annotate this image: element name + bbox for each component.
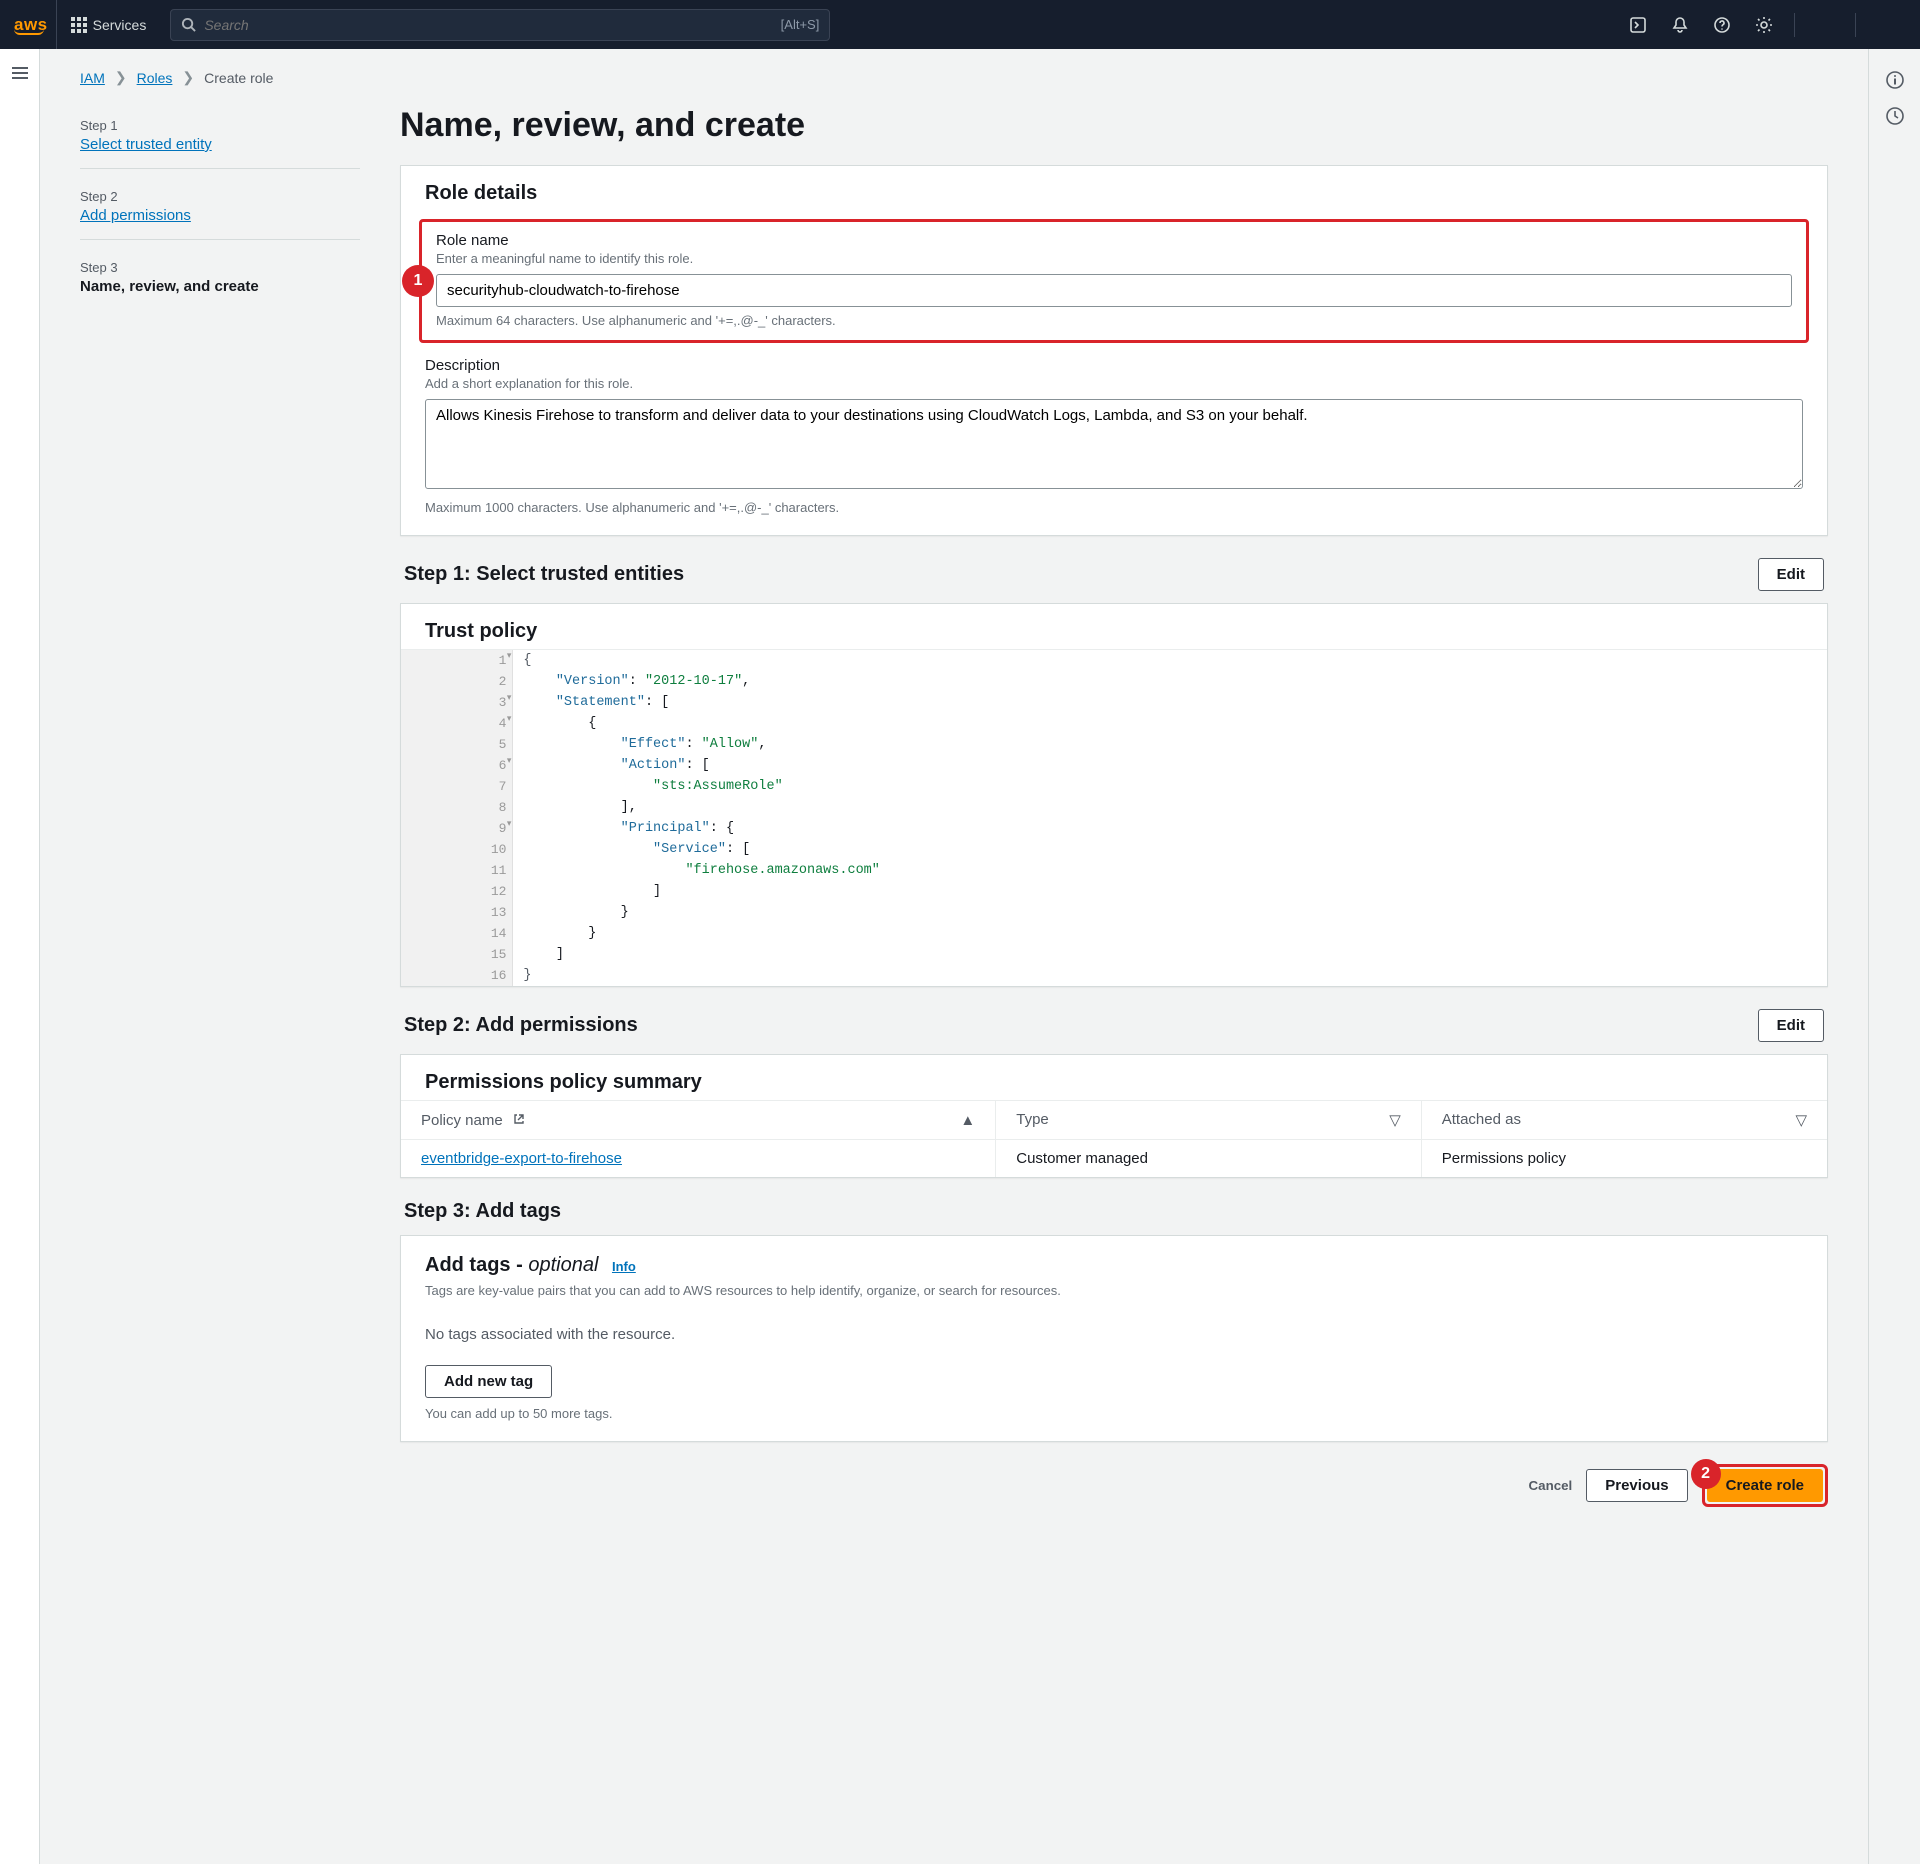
step-label: Step 1: [80, 118, 360, 133]
nav-sidebar-collapsed: [0, 49, 40, 1864]
callout-2: 2 Create role: [1702, 1464, 1828, 1507]
chevron-right-icon: ❯: [115, 69, 127, 86]
table-row: eventbridge-export-to-firehose Customer …: [401, 1140, 1827, 1178]
role-details-panel: Role details 1 Role name Enter a meaning…: [400, 165, 1828, 536]
create-role-button[interactable]: Create role: [1707, 1469, 1823, 1502]
step-label: Step 3: [80, 260, 360, 275]
permissions-summary-title: Permissions policy summary: [401, 1055, 1827, 1100]
topnav-right: [1618, 0, 1906, 49]
grid-icon: [71, 17, 87, 33]
edit-step2-button[interactable]: Edit: [1758, 1009, 1824, 1042]
breadcrumb: IAM ❯ Roles ❯ Create role: [80, 61, 1828, 106]
services-label: Services: [93, 17, 147, 33]
callout-badge: 1: [402, 265, 434, 297]
breadcrumb-iam[interactable]: IAM: [80, 70, 105, 86]
role-name-label: Role name: [436, 232, 1792, 249]
description-hint: Add a short explanation for this role.: [425, 376, 1803, 391]
code-editor: 1▾{ 2 "Version": "2012-10-17", 3▾ "State…: [401, 649, 1827, 986]
wizard-nav: Step 1 Select trusted entity Step 2 Add …: [80, 106, 360, 1507]
page-title: Name, review, and create: [400, 106, 1828, 145]
col-policy-name[interactable]: Policy name ▲: [401, 1101, 996, 1140]
wizard-step-3: Name, review, and create: [80, 278, 259, 295]
footer-actions: Cancel Previous 2 Create role: [400, 1464, 1828, 1507]
role-name-input[interactable]: [436, 274, 1792, 307]
policy-link[interactable]: eventbridge-export-to-firehose: [421, 1150, 622, 1167]
step1-heading: Step 1: Select trusted entities: [404, 563, 684, 586]
tags-panel: Add tags - optional Info Tags are key-va…: [400, 1235, 1828, 1442]
hamburger-icon[interactable]: [12, 67, 28, 79]
trust-policy-title: Trust policy: [401, 604, 1827, 649]
callout-badge: 2: [1691, 1459, 1721, 1489]
add-tag-button[interactable]: Add new tag: [425, 1365, 552, 1398]
wizard-step-2[interactable]: Add permissions: [80, 207, 191, 224]
col-type[interactable]: Type▽: [996, 1101, 1421, 1140]
role-name-hint: Enter a meaningful name to identify this…: [436, 251, 1792, 266]
notifications-icon[interactable]: [1660, 0, 1700, 49]
tags-limit: You can add up to 50 more tags.: [425, 1406, 1803, 1421]
description-textarea[interactable]: [425, 399, 1803, 489]
description-helper: Maximum 1000 characters. Use alphanumeri…: [425, 500, 1803, 515]
step3-heading: Step 3: Add tags: [404, 1200, 561, 1223]
top-nav: aws Services [Alt+S]: [0, 0, 1920, 49]
help-icon[interactable]: [1702, 0, 1742, 49]
search-icon: [181, 17, 196, 32]
tags-info-link[interactable]: Info: [612, 1259, 636, 1274]
wizard-step-1[interactable]: Select trusted entity: [80, 136, 212, 153]
history-icon[interactable]: [1880, 101, 1910, 131]
col-attached[interactable]: Attached as▽: [1421, 1101, 1827, 1140]
edit-step1-button[interactable]: Edit: [1758, 558, 1824, 591]
services-menu[interactable]: Services: [56, 0, 161, 49]
policy-type: Customer managed: [996, 1140, 1421, 1178]
search-input[interactable]: [204, 17, 772, 33]
search-shortcut: [Alt+S]: [781, 17, 820, 32]
trust-policy-panel: Trust policy 1▾{ 2 "Version": "2012-10-1…: [400, 603, 1828, 987]
sort-asc-icon: ▲: [960, 1112, 975, 1129]
sort-icon: ▽: [1389, 1111, 1401, 1129]
info-icon[interactable]: [1880, 65, 1910, 95]
account-menu[interactable]: [1805, 0, 1845, 49]
panel-title: Role details: [401, 166, 1827, 215]
breadcrumb-roles[interactable]: Roles: [137, 70, 173, 86]
role-name-helper: Maximum 64 characters. Use alphanumeric …: [436, 313, 1792, 328]
cancel-button[interactable]: Cancel: [1529, 1478, 1573, 1493]
breadcrumb-current: Create role: [204, 70, 273, 86]
description-label: Description: [425, 357, 1803, 374]
permissions-summary-panel: Permissions policy summary Policy name ▲…: [400, 1054, 1828, 1178]
cloudshell-icon[interactable]: [1618, 0, 1658, 49]
chevron-right-icon: ❯: [182, 69, 194, 86]
tags-hint: Tags are key-value pairs that you can ad…: [425, 1283, 1803, 1298]
callout-1: 1 Role name Enter a meaningful name to i…: [419, 219, 1809, 343]
policy-attached: Permissions policy: [1421, 1140, 1827, 1178]
tags-empty: No tags associated with the resource.: [425, 1326, 1803, 1343]
region-menu[interactable]: [1866, 0, 1906, 49]
previous-button[interactable]: Previous: [1586, 1469, 1687, 1502]
external-link-icon: [513, 1113, 525, 1125]
help-rail: [1868, 49, 1920, 1864]
step2-heading: Step 2: Add permissions: [404, 1014, 638, 1037]
settings-icon[interactable]: [1744, 0, 1784, 49]
search-input-wrap[interactable]: [Alt+S]: [170, 9, 830, 41]
tags-title: Add tags - optional: [425, 1254, 604, 1276]
sort-icon: ▽: [1795, 1111, 1807, 1129]
permissions-table: Policy name ▲ Type▽ Attached as▽ eventbr…: [401, 1100, 1827, 1177]
aws-logo[interactable]: aws: [14, 15, 48, 35]
step-label: Step 2: [80, 189, 360, 204]
